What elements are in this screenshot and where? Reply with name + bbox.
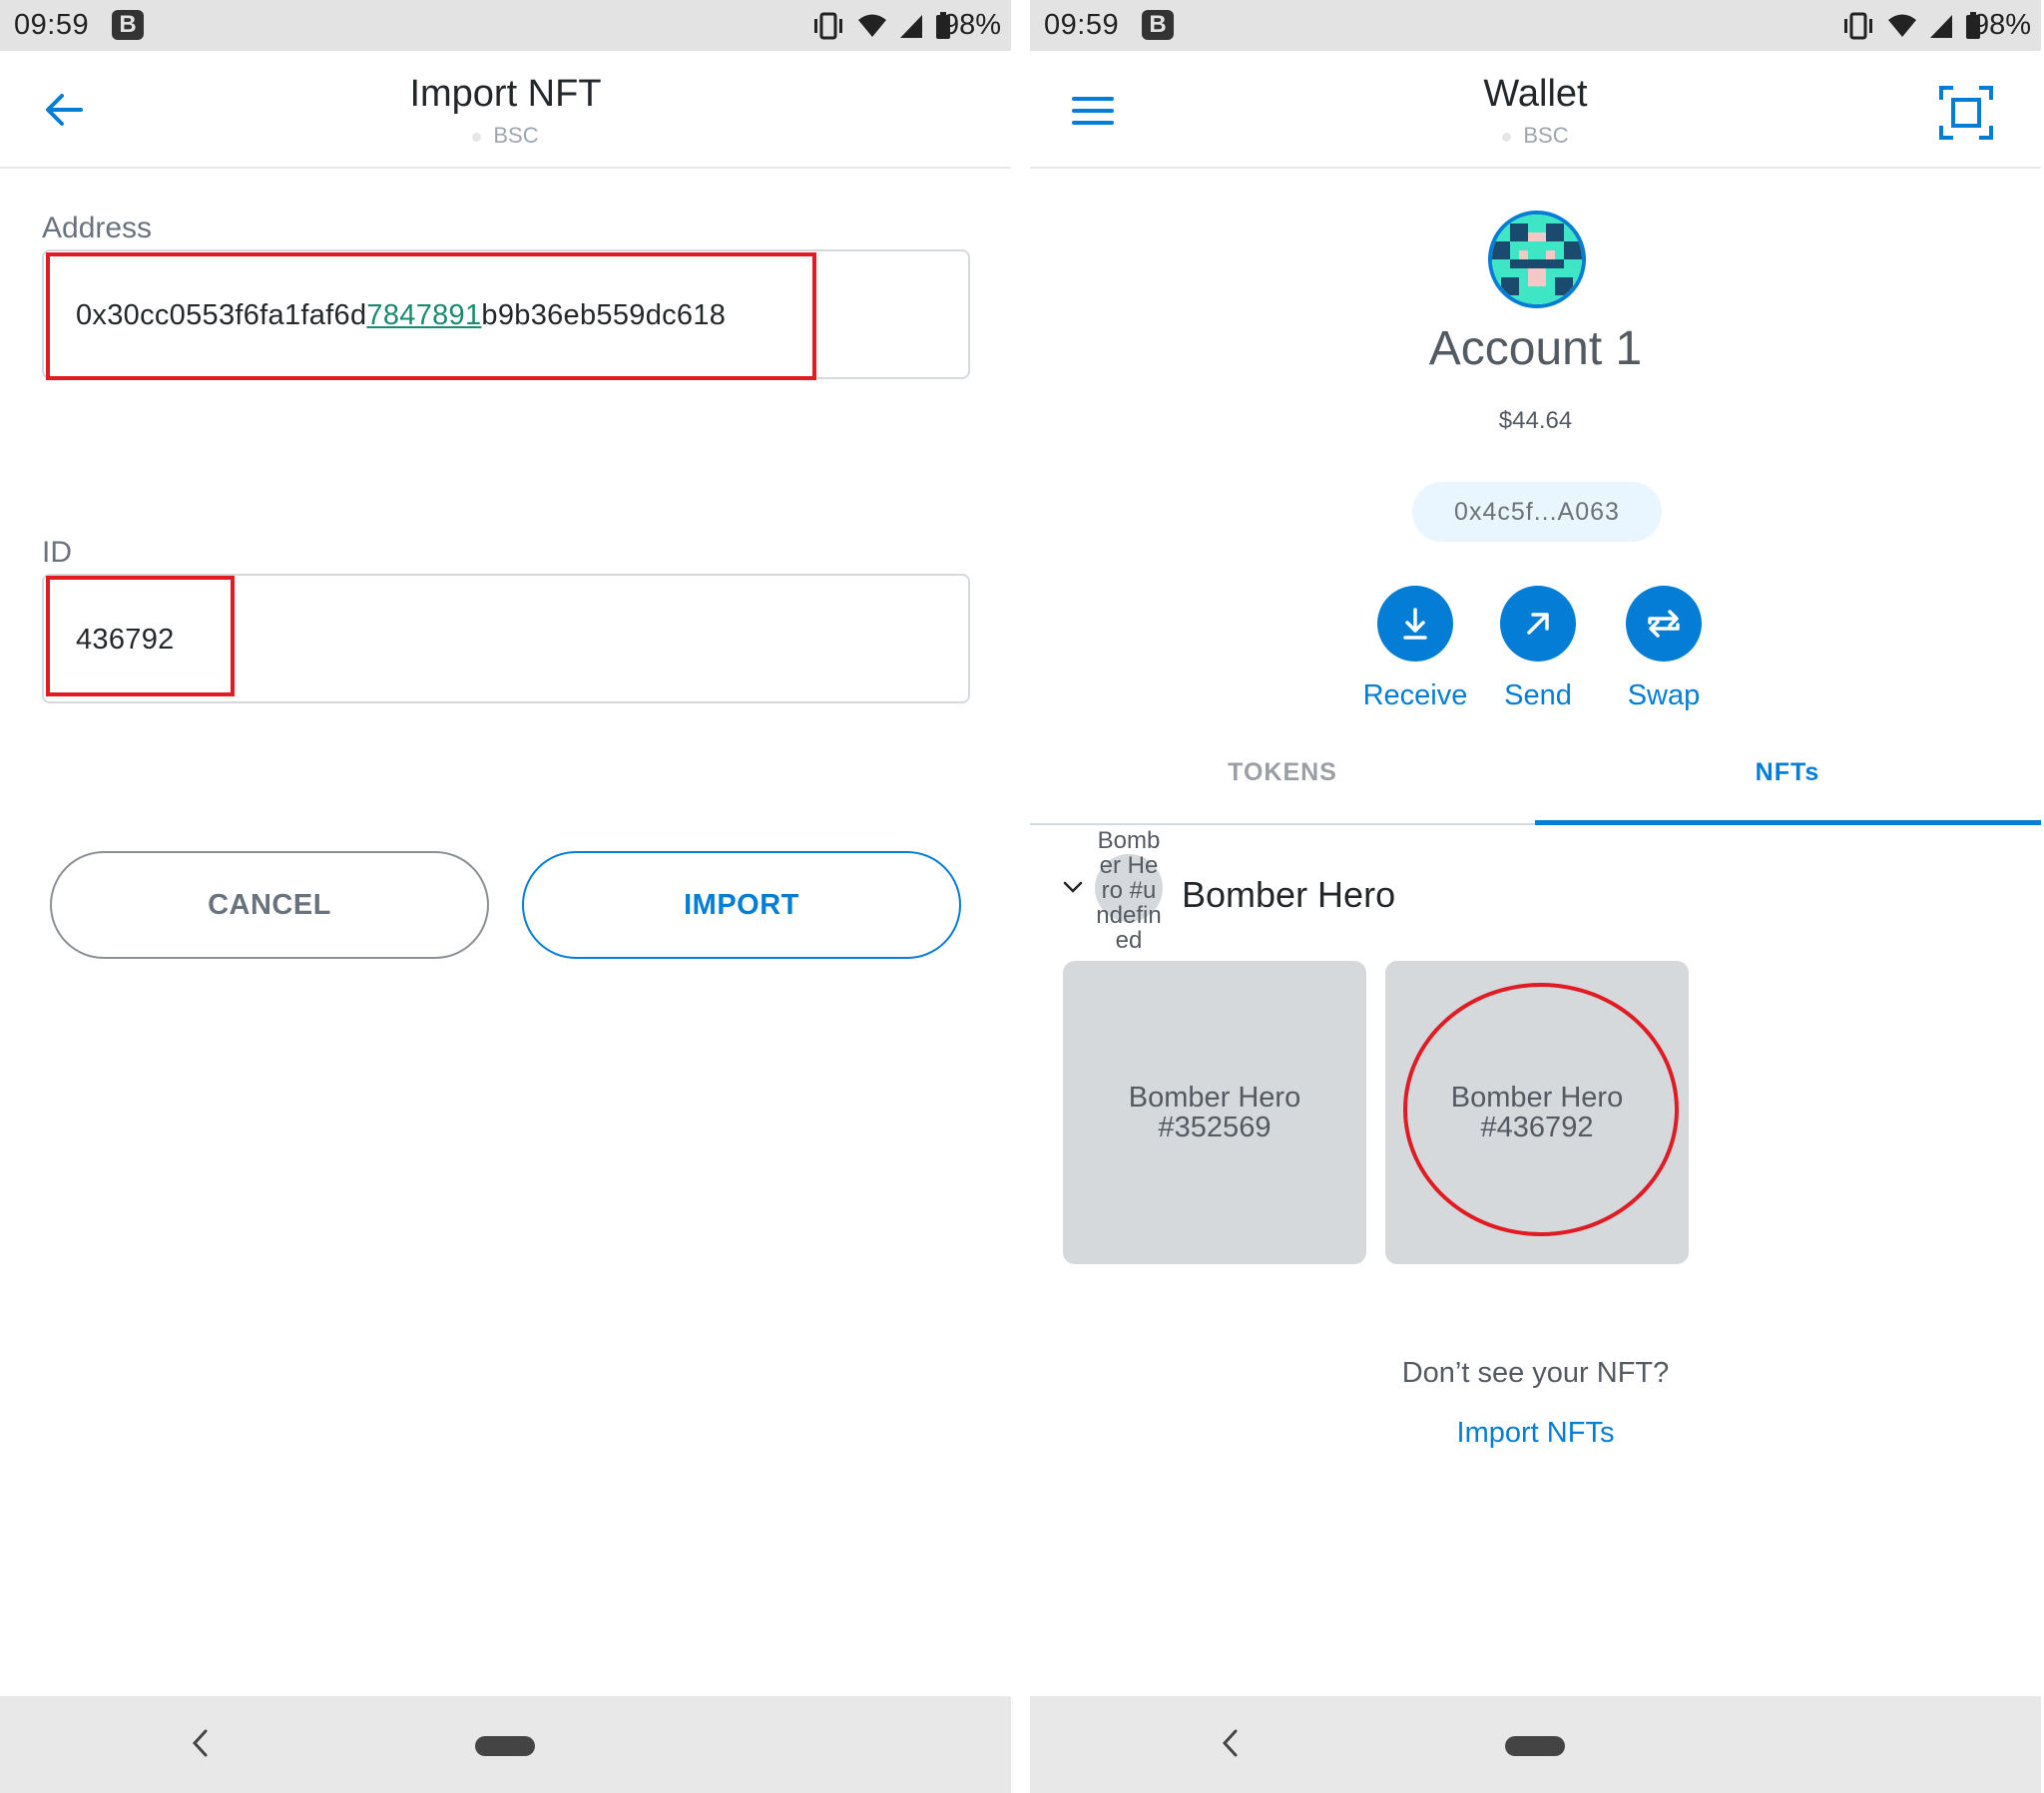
tab-tokens[interactable]: TOKENS xyxy=(1030,758,1535,787)
wifi-icon xyxy=(1888,14,1916,37)
network-dot xyxy=(1502,132,1512,142)
nft-card[interactable]: Bomber Hero #352569 xyxy=(1063,961,1366,1264)
import-nfts-link[interactable]: Import NFTs xyxy=(1030,1417,2041,1450)
app-header: Import NFT BSC xyxy=(0,51,1011,169)
network-label: BSC xyxy=(1030,123,2041,149)
nav-home-pill[interactable] xyxy=(475,1736,535,1756)
notification-badge: B xyxy=(112,10,144,40)
address-label: Address xyxy=(42,212,153,244)
status-time: 09:59 xyxy=(14,9,90,41)
receive-button[interactable]: Receive xyxy=(1355,586,1475,712)
swap-label: Swap xyxy=(1627,679,1701,711)
status-icons xyxy=(811,12,951,40)
collection-name: Bomber Hero xyxy=(1182,874,1396,915)
page-title: Wallet xyxy=(1483,73,1588,115)
cancel-button[interactable]: CANCEL xyxy=(50,851,489,959)
import-button[interactable]: IMPORT xyxy=(522,851,961,959)
nft-title: Bomber Hero xyxy=(1128,1082,1301,1114)
network-dot xyxy=(472,132,482,142)
notification-badge: B xyxy=(1142,10,1174,40)
status-bar: 09:59 B 98% xyxy=(1030,0,2041,51)
annotation-ellipse xyxy=(1403,983,1679,1236)
vibrate-icon xyxy=(1844,12,1872,40)
nav-back-icon[interactable] xyxy=(1220,1726,1240,1760)
nft-id: #352569 xyxy=(1158,1112,1272,1143)
nft-collection-header[interactable]: Bomber Hero #undefined Bomber Hero xyxy=(1030,828,2041,958)
receive-label: Receive xyxy=(1362,679,1468,711)
cell-signal-icon xyxy=(900,15,922,38)
network-name: BSC xyxy=(1523,123,1569,148)
network-label: BSC xyxy=(0,123,1011,149)
account-avatar[interactable] xyxy=(1488,211,1586,308)
system-nav-bar xyxy=(0,1696,1011,1793)
annotation-rectangle xyxy=(46,252,816,380)
account-balance: $44.64 xyxy=(1498,407,1573,434)
annotation-rectangle xyxy=(46,576,235,696)
import-nft-screen: 09:59 B 98% Import NFT BSC Address 0x30c… xyxy=(0,0,1011,1793)
scan-qr-button[interactable] xyxy=(1938,85,1994,141)
send-circle xyxy=(1500,586,1576,662)
collection-thumbnail-alt: Bomber Hero #undefined xyxy=(1096,828,1162,954)
vibrate-icon xyxy=(814,12,842,40)
missing-nft-prompt: Don’t see your NFT? xyxy=(1401,1357,1670,1389)
send-button[interactable]: Send xyxy=(1478,586,1598,712)
nav-back-icon[interactable] xyxy=(190,1726,210,1760)
chevron-down-icon[interactable] xyxy=(1062,880,1084,894)
status-icons xyxy=(1841,12,1981,40)
scan-icon xyxy=(1939,86,1993,140)
download-arrow-icon xyxy=(1403,608,1427,640)
arrow-up-right-icon xyxy=(1527,613,1549,635)
nav-home-pill[interactable] xyxy=(1505,1736,1565,1756)
wallet-screen: 09:59 B 98% Wallet BSC Account 1 $44.64 … xyxy=(1030,0,2041,1793)
status-bar: 09:59 B 98% xyxy=(0,0,1011,51)
battery-percent: 98% xyxy=(942,9,1001,41)
app-header: Wallet BSC xyxy=(1030,51,2041,169)
system-nav-bar xyxy=(1030,1696,2041,1793)
wifi-icon xyxy=(858,14,886,37)
swap-arrows-icon xyxy=(1648,610,1680,638)
cell-signal-icon xyxy=(1930,15,1952,38)
swap-circle xyxy=(1626,586,1702,662)
status-time: 09:59 xyxy=(1044,9,1120,41)
receive-circle xyxy=(1377,586,1453,662)
network-name: BSC xyxy=(493,123,539,148)
swap-button[interactable]: Swap xyxy=(1604,586,1724,712)
tab-nfts[interactable]: NFTs xyxy=(1535,758,2040,787)
active-tab-indicator xyxy=(1535,820,2041,825)
id-label: ID xyxy=(42,536,72,569)
page-title: Import NFT xyxy=(409,73,602,115)
nft-card-label: Bomber Hero #352569 xyxy=(1129,1083,1300,1142)
battery-percent: 98% xyxy=(1972,9,2031,41)
identicon-icon xyxy=(1492,215,1582,304)
account-name[interactable]: Account 1 xyxy=(1030,321,2041,376)
account-address-pill[interactable]: 0x4c5f...A063 xyxy=(1412,482,1662,542)
send-label: Send xyxy=(1504,679,1572,711)
